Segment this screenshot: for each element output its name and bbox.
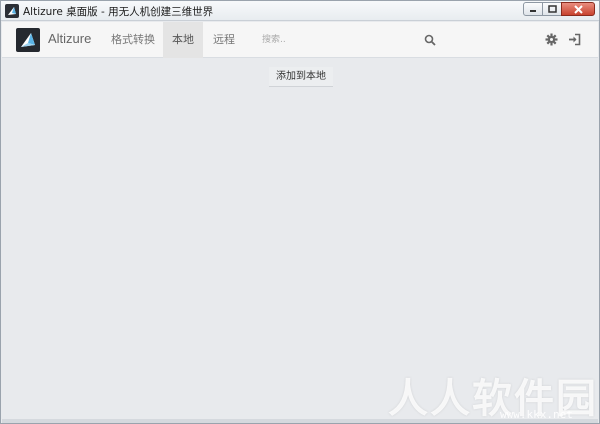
nav-remote[interactable]: 远程 bbox=[204, 22, 244, 58]
minimize-button[interactable] bbox=[523, 2, 543, 16]
top-navbar: Altizure 格式转换 本地 远程 bbox=[2, 22, 598, 58]
search-icon[interactable] bbox=[424, 34, 436, 46]
minimize-icon bbox=[530, 10, 536, 12]
close-button[interactable] bbox=[561, 2, 595, 16]
nav-format-convert[interactable]: 格式转换 bbox=[102, 22, 164, 58]
app-logo-icon bbox=[5, 4, 19, 18]
sign-in-icon[interactable] bbox=[568, 33, 581, 46]
window-controls bbox=[523, 2, 595, 18]
watermark-url: www.kkx.net bbox=[500, 408, 573, 421]
brand-name[interactable]: Altizure bbox=[48, 31, 91, 46]
app-window: Altizure 桌面版 - 用无人机创建三维世界 Altizure 格式转换 … bbox=[0, 0, 600, 424]
maximize-icon bbox=[547, 5, 557, 13]
nav-local[interactable]: 本地 bbox=[163, 22, 203, 58]
window-title: Altizure 桌面版 - 用无人机创建三维世界 bbox=[23, 6, 214, 18]
add-to-local-button[interactable]: 添加到本地 bbox=[269, 67, 333, 87]
title-bar[interactable]: Altizure 桌面版 - 用无人机创建三维世界 bbox=[1, 1, 599, 21]
close-icon bbox=[573, 4, 583, 14]
search-input[interactable] bbox=[262, 31, 412, 49]
altizure-logo-icon[interactable] bbox=[16, 28, 40, 52]
maximize-button[interactable] bbox=[542, 2, 562, 16]
gear-icon[interactable] bbox=[545, 33, 558, 46]
